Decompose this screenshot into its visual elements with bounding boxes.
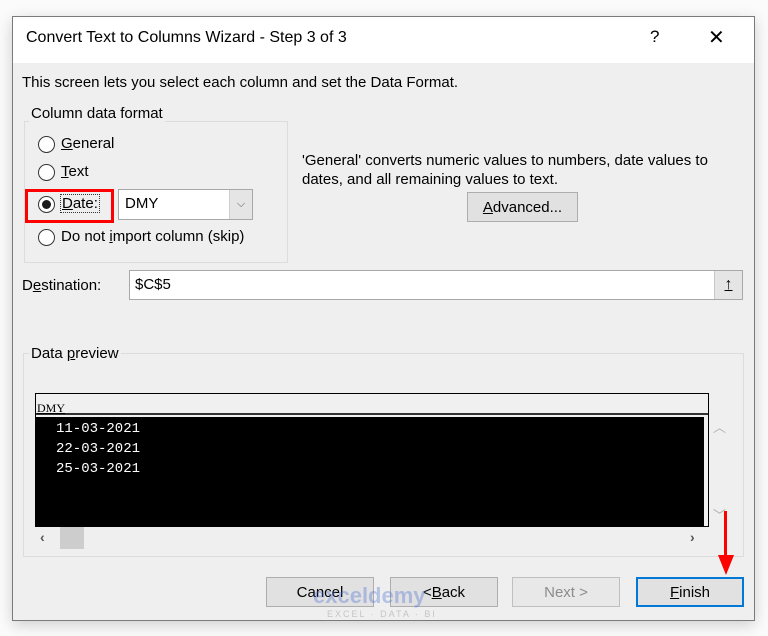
scroll-left-icon[interactable]: ‹ (40, 529, 45, 545)
destination-input[interactable]: $C$5 ↑ (129, 270, 743, 300)
chevron-down-icon[interactable]: ⌵ (229, 190, 252, 219)
date-format-select[interactable]: DMY ⌵ (118, 189, 253, 220)
instructions-text: This screen lets you select each column … (22, 74, 459, 91)
radio-skip[interactable] (38, 229, 55, 246)
horizontal-scroll-thumb[interactable] (60, 527, 84, 549)
column-data-format-legend: Column data format (29, 105, 165, 122)
data-preview-legend: Data preview (29, 345, 121, 362)
date-format-value: DMY (125, 195, 159, 212)
radio-date-label[interactable]: Date: (60, 194, 100, 213)
radio-general[interactable] (38, 136, 55, 153)
annotation-arrow-head-icon (718, 555, 734, 575)
annotation-arrow-shaft (724, 511, 727, 559)
title-bar: Convert Text to Columns Wizard - Step 3 … (13, 17, 754, 63)
preview-row: 22-03-2021 (56, 441, 141, 457)
scroll-right-icon[interactable]: › (690, 529, 695, 545)
cancel-button[interactable]: Cancel (266, 577, 374, 607)
next-button[interactable]: Next > (512, 577, 620, 607)
radio-text[interactable] (38, 164, 55, 181)
scroll-up-icon[interactable]: ︿ (713, 417, 726, 436)
radio-general-label[interactable]: General (61, 135, 114, 152)
advanced-button[interactable]: Advanced... (467, 192, 578, 222)
radio-date[interactable] (38, 196, 55, 213)
preview-grid[interactable]: DMY 11-03-2021 22-03-2021 25-03-2021 (35, 393, 709, 527)
back-button[interactable]: < Back (390, 577, 498, 607)
close-icon[interactable]: ✕ (708, 25, 725, 50)
general-note: 'General' converts numeric values to num… (302, 152, 708, 188)
help-button[interactable]: ? (650, 27, 659, 47)
preview-column-header[interactable]: DMY (37, 401, 65, 416)
collapse-dialog-icon[interactable]: ↑ (714, 271, 742, 299)
preview-row: 11-03-2021 (56, 421, 141, 437)
finish-button[interactable]: Finish (636, 577, 744, 607)
preview-header-row: DMY (36, 394, 708, 415)
dialog-title: Convert Text to Columns Wizard - Step 3 … (26, 29, 347, 46)
wizard-dialog: Convert Text to Columns Wizard - Step 3 … (12, 16, 755, 621)
destination-label: Destination: (22, 277, 102, 294)
destination-value: $C$5 (135, 276, 171, 293)
watermark-tagline: EXCEL · DATA · BI (327, 609, 437, 619)
preview-data-area: 11-03-2021 22-03-2021 25-03-2021 (36, 417, 704, 526)
radio-text-label[interactable]: Text (61, 163, 89, 180)
radio-skip-label[interactable]: Do not import column (skip) (61, 228, 244, 245)
preview-row: 25-03-2021 (56, 461, 141, 477)
